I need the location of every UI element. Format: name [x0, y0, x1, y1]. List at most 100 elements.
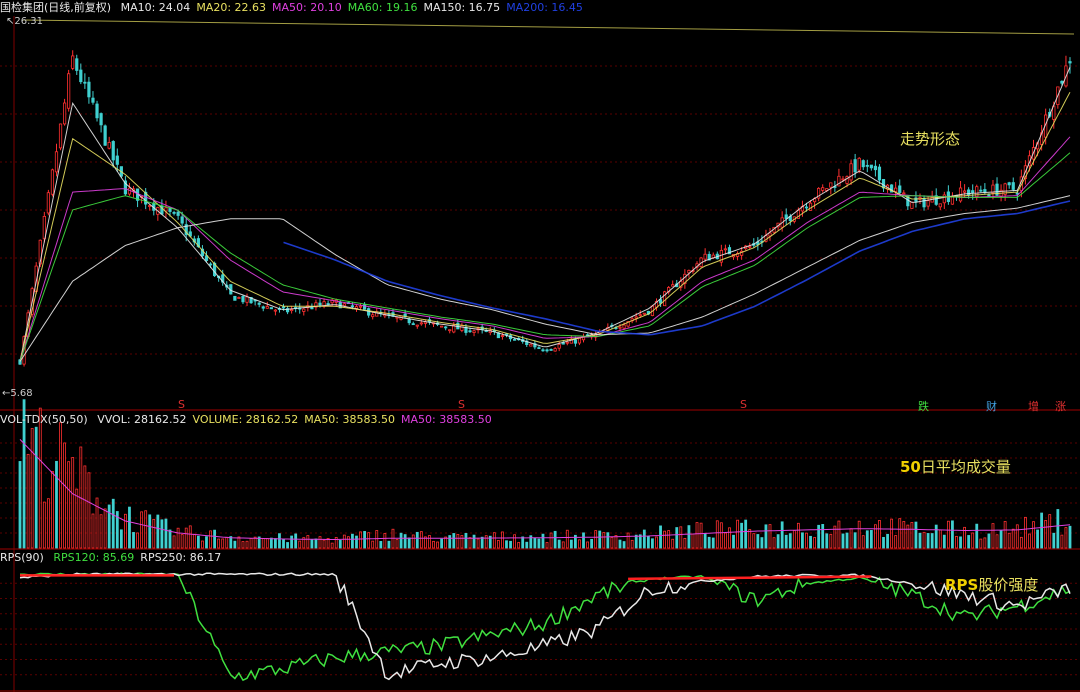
candle-body — [87, 81, 91, 98]
candle-body — [54, 151, 59, 173]
volume-bar — [971, 532, 975, 549]
volume-bar — [655, 536, 658, 549]
volume-bar — [290, 535, 294, 549]
volume-bar — [1048, 514, 1052, 549]
volume-bar — [180, 534, 184, 549]
volume-bar — [906, 524, 910, 549]
candle-body — [79, 69, 83, 83]
candle-body — [371, 314, 375, 318]
candle-body — [938, 203, 942, 208]
volume-bar — [651, 538, 654, 549]
volume-panel-title: VOL-TDX(50,50) — [0, 413, 88, 426]
volume-bar — [241, 541, 245, 549]
volume-bar — [865, 530, 869, 549]
volume-bar — [132, 532, 135, 549]
volume-bar — [1064, 527, 1068, 549]
volume-bar — [703, 533, 707, 549]
volume-bar — [788, 533, 792, 549]
volume-bar — [853, 532, 857, 549]
volume-bar — [691, 533, 695, 549]
volume-bar — [346, 536, 350, 549]
volume-bar — [675, 527, 679, 549]
candle-body — [67, 73, 71, 109]
volume-bar — [26, 453, 30, 549]
volume-bar — [821, 524, 825, 549]
volume-bar — [172, 535, 176, 549]
event-marker: S — [178, 398, 185, 411]
candle-body — [849, 163, 853, 181]
candle-body — [71, 55, 75, 69]
volume-bar — [590, 538, 594, 549]
candle-body — [865, 164, 869, 167]
candle-body — [411, 323, 415, 326]
candle-body — [350, 305, 355, 308]
volume-bar — [415, 531, 419, 549]
volume-bar — [407, 537, 411, 549]
volume-bar — [796, 522, 800, 549]
volume-bar — [30, 428, 34, 549]
ma-line-ma60 — [19, 152, 1071, 362]
candle-body — [841, 178, 845, 181]
volume-bar — [918, 532, 922, 549]
volume-bar — [878, 520, 881, 549]
volume-bar — [606, 532, 610, 549]
indicator-value: MA50: 38583.50 — [304, 413, 395, 426]
candle-body — [561, 342, 565, 345]
indicator-value: MA200: 16.45 — [506, 1, 583, 14]
volume-bar — [711, 537, 715, 549]
volume-bar — [55, 460, 58, 549]
candle-body — [512, 338, 517, 341]
candle-body — [979, 189, 983, 192]
volume-bar — [744, 519, 748, 549]
volume-bar — [1044, 520, 1048, 549]
candle-body — [500, 335, 505, 337]
rps-panel-title: RPS(90) — [0, 551, 44, 564]
volume-bar — [719, 522, 723, 549]
volume-bar — [671, 538, 675, 549]
volume-bar — [164, 518, 168, 549]
volume-bar — [646, 535, 650, 549]
volume-bar — [841, 533, 845, 549]
volume-bar — [156, 514, 160, 549]
chart-canvas[interactable] — [0, 0, 1080, 692]
candle-body — [898, 185, 902, 193]
candle-body — [75, 58, 79, 71]
candle-body — [358, 305, 363, 308]
volume-bar — [934, 524, 938, 549]
volume-bar — [569, 539, 573, 549]
volume-bar — [225, 536, 229, 549]
candle-body — [573, 339, 578, 344]
volume-bar — [1028, 533, 1031, 549]
candle-body — [302, 308, 306, 312]
candle-body — [545, 349, 549, 352]
candle-body — [107, 142, 111, 149]
event-marker: S — [458, 398, 465, 411]
candle-body — [541, 349, 545, 352]
volume-bar — [355, 535, 358, 549]
candle-body — [869, 164, 873, 169]
volume-bar — [533, 537, 537, 549]
volume-bar — [756, 534, 760, 549]
trend-annotation: 走势形态 — [900, 130, 961, 148]
volume-bar — [310, 539, 314, 549]
volume-bar — [269, 537, 273, 549]
volume-bar — [496, 540, 500, 549]
indicator-value: MA50: 20.10 — [272, 1, 342, 14]
candle-body — [1011, 182, 1015, 190]
volume-bar — [148, 514, 152, 549]
volume-bar — [1036, 529, 1039, 549]
volume-bar — [517, 542, 521, 549]
volume-bar — [549, 532, 553, 549]
volume-bar — [659, 525, 662, 549]
volume-bar — [699, 522, 703, 549]
candle-body — [176, 211, 180, 216]
candle-body — [853, 159, 857, 173]
candle-body — [557, 344, 561, 349]
volume-bar — [1056, 509, 1060, 549]
indicator-value: MA50: 38583.50 — [401, 413, 492, 426]
volume-bar — [63, 442, 66, 549]
volume-bar — [480, 536, 484, 549]
candle-body — [971, 190, 975, 193]
volume-bar — [610, 537, 614, 549]
volume-bar — [894, 535, 898, 549]
